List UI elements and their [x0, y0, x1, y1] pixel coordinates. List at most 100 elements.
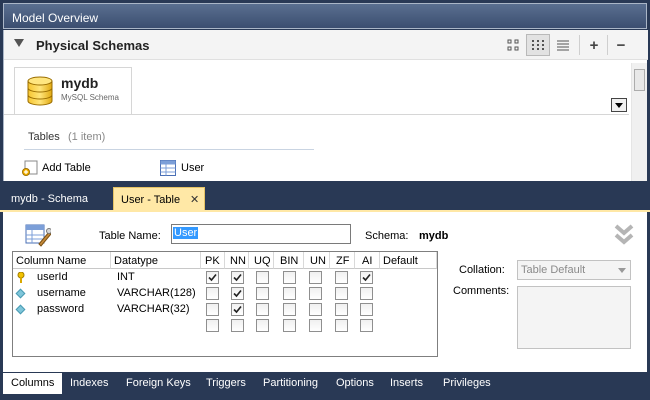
large-icons-view-button[interactable] [501, 34, 525, 56]
zf-checkbox[interactable] [335, 287, 348, 300]
schema-tab-mydb[interactable]: mydb MySQL Schema [14, 67, 132, 114]
nn-checkbox[interactable] [231, 303, 244, 316]
bin-checkbox[interactable] [283, 303, 296, 316]
datatype-cell[interactable] [114, 318, 202, 334]
collation-value: Table Default [521, 264, 586, 276]
double-chevron-down-icon[interactable] [613, 222, 635, 248]
small-icons-view-button[interactable] [526, 34, 550, 56]
un-checkbox[interactable] [309, 271, 322, 284]
bin-checkbox[interactable] [283, 271, 296, 284]
tab-user-table[interactable]: User - Table ✕ [113, 187, 205, 211]
checkmark-icon [233, 289, 242, 298]
comments-textarea[interactable] [517, 286, 631, 349]
un-checkbox[interactable] [309, 319, 322, 332]
database-icon [27, 76, 53, 106]
ai-checkbox[interactable] [360, 303, 373, 316]
tab-partitioning[interactable]: Partitioning [263, 373, 318, 394]
column-header[interactable]: ZF [330, 252, 355, 269]
close-icon[interactable]: ✕ [190, 193, 199, 206]
column-name-cell[interactable]: userId [13, 270, 111, 286]
columns-grid[interactable]: Column Name Datatype PK NN UQ BIN UN ZF … [12, 251, 438, 357]
tab-mydb-schema[interactable]: mydb - Schema [3, 188, 110, 210]
model-overview-header: Model Overview [3, 3, 647, 29]
datatype-cell[interactable]: INT [114, 270, 202, 286]
collation-label: Collation: [459, 264, 505, 276]
pk-checkbox[interactable] [206, 319, 219, 332]
table-row[interactable]: password VARCHAR(32) [13, 302, 437, 318]
pk-checkbox[interactable] [206, 271, 219, 284]
large-grid-icon [507, 39, 519, 51]
un-checkbox[interactable] [309, 303, 322, 316]
column-header[interactable]: UQ [249, 252, 274, 269]
table-name-label: Table Name: [99, 230, 161, 242]
table-name-input[interactable]: User [171, 224, 351, 244]
pk-checkbox[interactable] [206, 303, 219, 316]
bin-checkbox[interactable] [283, 287, 296, 300]
add-schema-button[interactable]: + [582, 34, 606, 56]
add-table-item[interactable]: Add Table [22, 160, 91, 176]
schema-subtitle: MySQL Schema [61, 93, 119, 102]
physical-schemas-bar: Physical Schemas + − [4, 30, 648, 60]
column-header[interactable]: UN [304, 252, 330, 269]
tab-privileges[interactable]: Privileges [443, 373, 491, 394]
checkmark-icon [233, 305, 242, 314]
toolbar-separator [607, 35, 608, 55]
nn-checkbox[interactable] [231, 271, 244, 284]
nn-checkbox[interactable] [231, 319, 244, 332]
zf-checkbox[interactable] [335, 271, 348, 284]
tables-count: (1 item) [68, 131, 106, 143]
bottom-tab-bar: Columns Indexes Foreign Keys Triggers Pa… [0, 373, 650, 400]
tab-inserts[interactable]: Inserts [390, 373, 423, 394]
overview-scrollbar[interactable] [631, 63, 647, 181]
physical-schemas-title: Physical Schemas [36, 38, 150, 53]
table-row[interactable]: userId INT [13, 270, 437, 286]
collation-select[interactable]: Table Default [517, 260, 631, 280]
table-row[interactable]: username VARCHAR(128) [13, 286, 437, 302]
uq-checkbox[interactable] [256, 287, 269, 300]
uq-checkbox[interactable] [256, 303, 269, 316]
column-header[interactable]: AI [355, 252, 380, 269]
tab-columns[interactable]: Columns [3, 373, 63, 394]
uq-checkbox[interactable] [256, 319, 269, 332]
tab-indexes[interactable]: Indexes [70, 373, 109, 394]
ai-checkbox[interactable] [360, 271, 373, 284]
table-item-user[interactable]: User [160, 160, 204, 176]
remove-schema-button[interactable]: − [609, 34, 633, 56]
column-header[interactable]: Column Name [13, 252, 111, 269]
column-header[interactable]: BIN [274, 252, 304, 269]
pk-checkbox[interactable] [206, 287, 219, 300]
datatype-cell[interactable]: VARCHAR(128) [114, 286, 202, 302]
schema-dropdown-button[interactable] [611, 98, 627, 112]
uq-checkbox[interactable] [256, 271, 269, 284]
schema-value: mydb [419, 230, 449, 242]
column-name-cell[interactable] [13, 318, 111, 334]
schema-name: mydb [61, 75, 99, 91]
column-name-cell[interactable]: password [13, 302, 111, 318]
scrollbar-thumb[interactable] [634, 69, 645, 91]
toolbar-separator [579, 35, 580, 55]
datatype-cell[interactable]: VARCHAR(32) [114, 302, 202, 318]
ai-checkbox[interactable] [360, 319, 373, 332]
zf-checkbox[interactable] [335, 303, 348, 316]
column-name-cell[interactable]: username [13, 286, 111, 302]
column-header[interactable]: NN [225, 252, 249, 269]
list-view-button[interactable] [551, 34, 575, 56]
table-icon [160, 160, 176, 176]
zf-checkbox[interactable] [335, 319, 348, 332]
column-header[interactable]: Datatype [111, 252, 201, 269]
table-row[interactable] [13, 318, 437, 334]
bin-checkbox[interactable] [283, 319, 296, 332]
column-header[interactable]: PK [201, 252, 225, 269]
tab-triggers[interactable]: Triggers [206, 373, 246, 394]
tab-foreign-keys[interactable]: Foreign Keys [126, 373, 191, 394]
tab-options[interactable]: Options [336, 373, 374, 394]
tables-section-label: Tables [28, 131, 60, 143]
column-diamond-icon [15, 304, 26, 315]
nn-checkbox[interactable] [231, 287, 244, 300]
collapse-triangle-icon[interactable] [14, 39, 24, 47]
chevron-down-icon [615, 102, 623, 108]
column-diamond-icon [15, 288, 26, 299]
un-checkbox[interactable] [309, 287, 322, 300]
ai-checkbox[interactable] [360, 287, 373, 300]
column-header[interactable]: Default [380, 252, 437, 269]
